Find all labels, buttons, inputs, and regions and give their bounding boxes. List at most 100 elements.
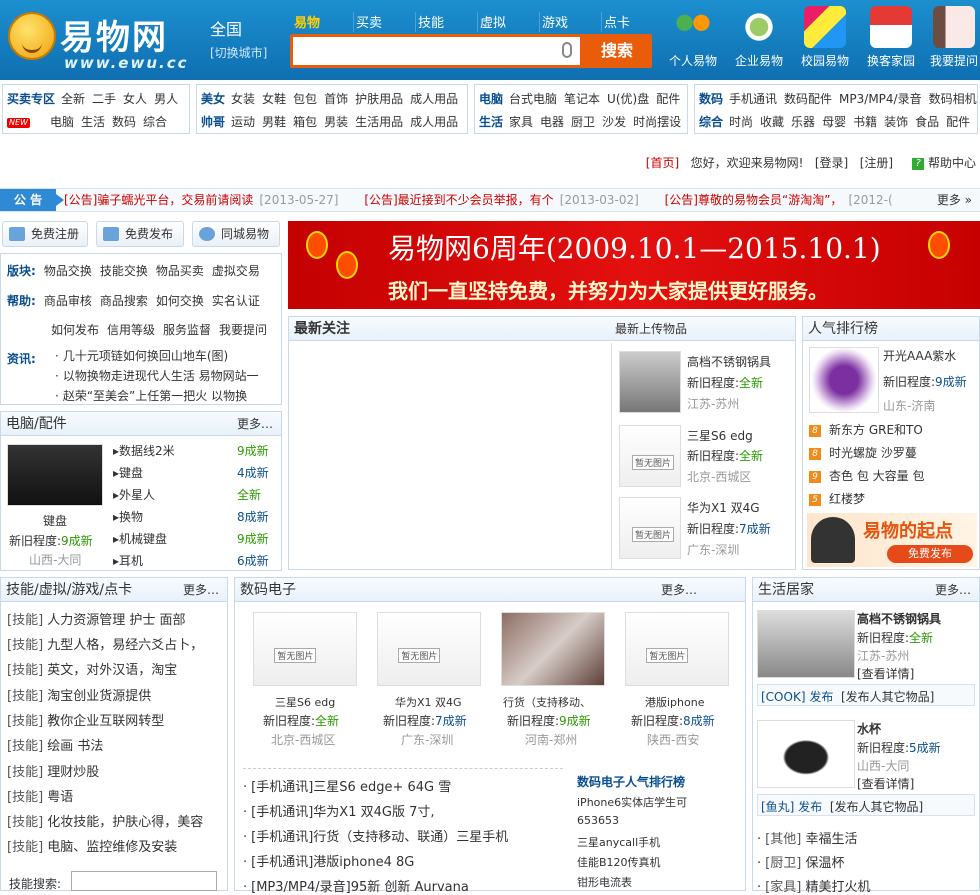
phone-photo[interactable] — [501, 612, 605, 686]
notice-more-link[interactable]: 更多 » — [937, 189, 972, 211]
rank-item[interactable]: 653653 — [577, 814, 619, 827]
category-link[interactable]: 全新 — [61, 92, 85, 106]
nav-personal[interactable]: 个人易物 — [662, 6, 724, 76]
category-link[interactable]: 厨卫 — [571, 115, 595, 129]
help-link[interactable]: 商品搜索 — [100, 294, 148, 308]
login-link[interactable]: [登录] — [815, 156, 848, 170]
poster-other-items-link[interactable]: [发布人其它物品] — [841, 690, 934, 704]
nav-ask[interactable]: 我要提问 — [926, 6, 980, 76]
item-name[interactable]: 高档不锈钢锅具 — [687, 353, 771, 370]
news-link[interactable]: [手机通讯]行货（支持移动、联通）三星手机 — [243, 826, 508, 845]
category-link[interactable]: 男人 — [154, 92, 178, 106]
help-link[interactable]: 如何交换 — [156, 294, 204, 308]
view-details-link[interactable]: [查看详情] — [857, 775, 914, 792]
skill-item[interactable]: [技能] 英文，对外汉语，淘宝 — [7, 659, 177, 678]
category-label[interactable]: 买卖专区 — [7, 92, 55, 106]
category-link[interactable]: 食品 — [915, 115, 939, 129]
more-link[interactable]: 更多… — [935, 578, 971, 602]
cookware-image[interactable] — [619, 351, 681, 413]
category-label[interactable]: 电脑 — [479, 92, 503, 106]
rank-item[interactable]: 8 新东方 GRE和TO — [809, 421, 923, 438]
category-link[interactable]: 女装 — [231, 92, 255, 106]
no-image-placeholder[interactable] — [377, 612, 481, 686]
life-list-item[interactable]: [家具] 精美打火机 — [757, 876, 870, 895]
keyboard-image[interactable] — [7, 444, 103, 506]
no-image-placeholder[interactable] — [619, 425, 681, 487]
category-label[interactable]: 帅哥 — [201, 115, 225, 129]
news-link[interactable]: 以物换物走进现代人生活 易物网站一 — [55, 367, 259, 384]
category-link[interactable]: 数码 — [112, 115, 136, 129]
help-link[interactable]: 我要提问 — [219, 323, 267, 337]
anniversary-banner[interactable]: 易物网6周年(2009.10.1—2015.10.1) 我们一直坚持免费，并努力… — [288, 221, 980, 309]
nav-home[interactable]: 换客家园 — [860, 6, 922, 76]
no-image-placeholder[interactable] — [619, 497, 681, 559]
category-label[interactable]: 综合 — [699, 115, 723, 129]
category-link[interactable]: 运动 — [231, 115, 255, 129]
category-link[interactable]: 家具 — [509, 115, 533, 129]
item-name[interactable]: 港版iphone — [645, 694, 704, 710]
register-button[interactable]: 免费注册 — [2, 221, 88, 247]
item-name[interactable]: 高档不锈钢锅具 — [857, 610, 941, 627]
rank-item[interactable]: 5 红楼梦 — [809, 490, 865, 507]
list-item[interactable]: ▸外星人 — [113, 486, 155, 503]
skill-item[interactable]: [技能] 电脑、监控维修及安装 — [7, 836, 177, 855]
rank-item[interactable]: iPhone6实体店学生可 — [577, 794, 687, 810]
search-tab[interactable]: 游戏 — [540, 12, 602, 32]
list-item[interactable]: ▸机械键盘 — [113, 530, 167, 547]
rank-item[interactable]: 三星anycall手机 — [577, 834, 660, 850]
board-link[interactable]: 物品交换 — [44, 264, 92, 278]
category-link[interactable]: 护肤用品 — [355, 92, 403, 106]
item-name[interactable]: 行货（支持移动、 — [503, 694, 591, 710]
category-link[interactable]: 首饰 — [324, 92, 348, 106]
life-list-item[interactable]: [其他] 幸福生活 — [757, 828, 857, 847]
microphone-icon[interactable] — [562, 42, 572, 58]
item-name[interactable]: 华为X1 双4G — [687, 499, 760, 516]
news-link[interactable]: [手机通讯]华为X1 双4G版 7寸, — [243, 801, 434, 820]
category-link[interactable]: 数码相机 — [929, 92, 977, 106]
search-tab[interactable]: 点卡 — [602, 12, 664, 32]
news-link[interactable]: [MP3/MP4/录音]95新 创新 Aurvana — [243, 876, 469, 895]
category-link[interactable]: 母婴 — [822, 115, 846, 129]
poster-link[interactable]: [COOK] 发布 — [761, 690, 833, 704]
category-link[interactable]: 生活 — [81, 115, 105, 129]
search-input[interactable] — [293, 37, 580, 65]
notice-item[interactable]: [公告]尊敬的易物会员“游淘淘”， — [665, 193, 843, 207]
category-link[interactable]: 装饰 — [884, 115, 908, 129]
news-link[interactable]: [手机通讯]三星S6 edge+ 64G 雪 — [243, 776, 451, 795]
view-details-link[interactable]: [查看详情] — [857, 665, 914, 682]
more-link[interactable]: 更多… — [237, 412, 273, 436]
rank-item[interactable]: 钳形电流表 — [577, 874, 632, 890]
category-link[interactable]: 电器 — [540, 115, 564, 129]
no-image-placeholder[interactable] — [625, 612, 729, 686]
help-center-link[interactable]: 帮助中心 — [928, 156, 976, 170]
news-link[interactable]: 几十元项链如何换回山地车(图) — [55, 347, 228, 364]
skill-item[interactable]: [技能] 理财炒股 — [7, 761, 99, 780]
category-link[interactable]: 笔记本 — [564, 92, 600, 106]
poster-other-items-link[interactable]: [发布人其它物品] — [830, 800, 923, 814]
search-button[interactable]: 搜索 — [582, 34, 652, 68]
category-link[interactable]: 沙发 — [602, 115, 626, 129]
skill-search-input[interactable] — [71, 871, 217, 891]
category-link[interactable]: 成人用品 — [410, 92, 458, 106]
category-link[interactable]: 成人用品 — [410, 115, 458, 129]
more-link[interactable]: 更多… — [661, 578, 697, 602]
cookware-image[interactable] — [757, 610, 855, 678]
list-item[interactable]: ▸换物 — [113, 508, 143, 525]
category-link[interactable]: 时尚摆设 — [633, 115, 681, 129]
amethyst-image[interactable] — [809, 347, 879, 413]
skill-item[interactable]: [技能] 九型人格，易经六爻占卜， — [7, 634, 203, 653]
category-link[interactable]: 箱包 — [293, 115, 317, 129]
help-link[interactable]: 商品审核 — [44, 294, 92, 308]
item-name[interactable]: 三星S6 edg — [687, 427, 753, 444]
category-link[interactable]: 二手 — [92, 92, 116, 106]
category-link[interactable]: 女人 — [123, 92, 147, 106]
cup-image[interactable] — [757, 720, 855, 788]
skill-item[interactable]: [技能] 绘画 书法 — [7, 735, 103, 754]
search-tab[interactable]: 技能 — [416, 12, 478, 32]
local-trade-button[interactable]: 同城易物 — [192, 221, 280, 247]
category-link[interactable]: 手机通讯 — [729, 92, 777, 106]
category-link[interactable]: 乐器 — [791, 115, 815, 129]
nav-campus[interactable]: 校园易物 — [794, 6, 856, 76]
item-name[interactable]: 水杯 — [857, 720, 881, 737]
category-label[interactable]: 美女 — [201, 92, 225, 106]
